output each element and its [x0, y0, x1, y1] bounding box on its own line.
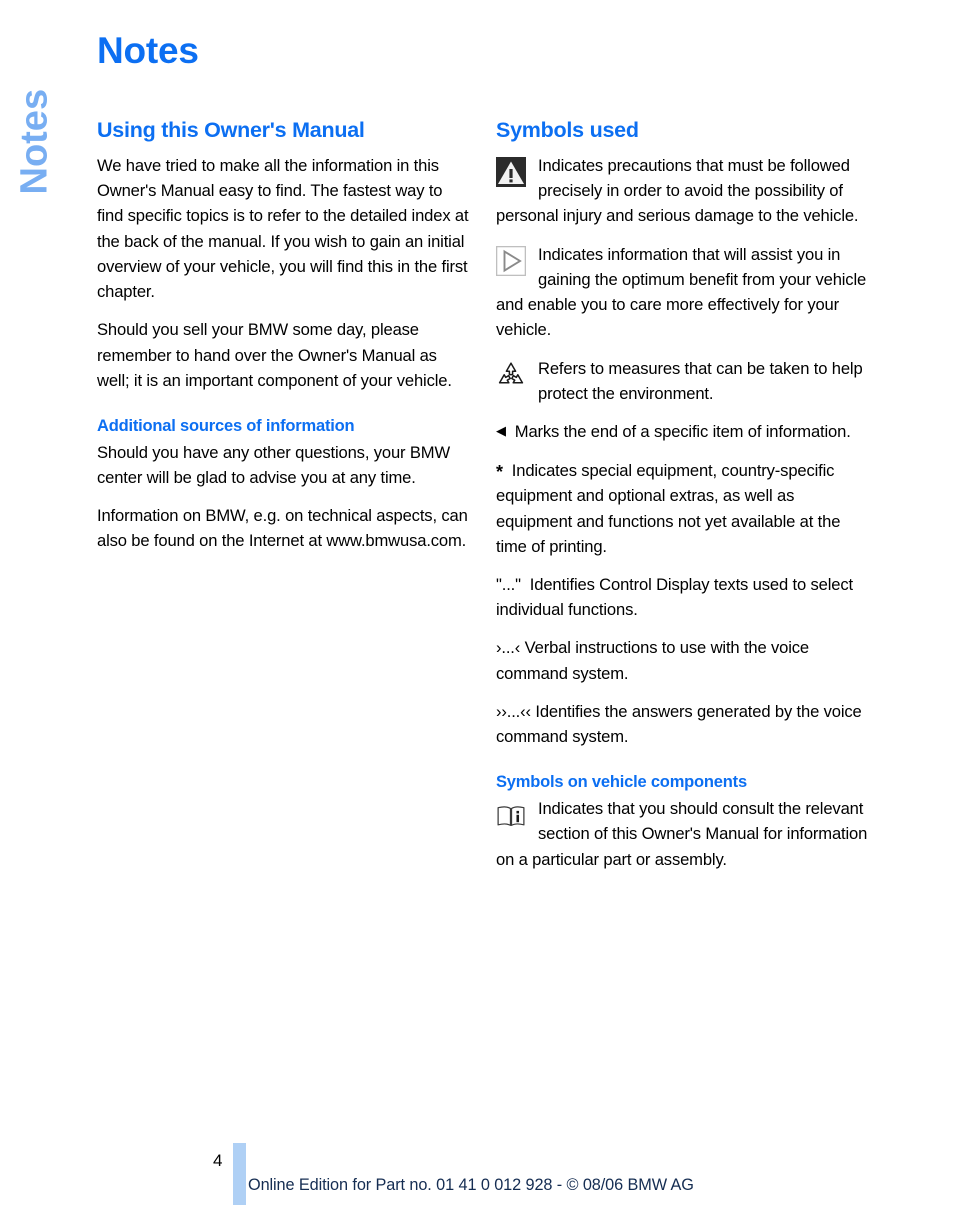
left-column-subheading: Additional sources of information — [97, 416, 355, 435]
left-column: Using this Owner's Manual We have tried … — [97, 118, 469, 554]
footer-edition-text: Online Edition for Part no. 01 41 0 012 … — [248, 1176, 694, 1194]
play-triangle-info-icon — [496, 245, 526, 276]
symbol-entry-warning: Indicates precautions that must be follo… — [496, 153, 868, 229]
right-column-subheading: Symbols on vehicle components — [496, 773, 747, 792]
left-triangle-marker-icon: ◀ — [496, 422, 506, 438]
left-column-paragraph-1: We have tried to make all the informatio… — [97, 156, 469, 302]
marker-entry-control-display-text: Identifies Control Display texts used to… — [496, 574, 853, 620]
marker-entry-voice-answers-text: Identifies the answers generated by the … — [496, 701, 862, 746]
symbol-entry-warning-text: Indicates precautions that must be follo… — [496, 156, 859, 226]
marker-entry-end-of-item: ◀ Marks the end of a specific item of in… — [496, 419, 868, 445]
right-column-heading: Symbols used — [496, 118, 639, 142]
marker-entry-control-display: "..." Identifies Control Display texts u… — [496, 572, 868, 622]
symbol-entry-recycling-text: Refers to measures that can be taken to … — [538, 358, 863, 403]
single-guillemet-marker-icon: ›...‹ — [496, 638, 521, 658]
page-title: Notes — [97, 30, 199, 71]
page-number: 4 — [213, 1151, 223, 1170]
left-column-paragraph-3: Should you have any other questions, you… — [97, 442, 450, 488]
symbol-entry-info: Indicates information that will assist y… — [496, 242, 868, 343]
left-column-heading: Using this Owner's Manual — [97, 118, 365, 142]
quotation-marker-icon: "..." — [496, 574, 521, 594]
footer-accent-bar — [233, 1143, 246, 1205]
chapter-side-tab: Notes — [0, 0, 96, 220]
page-footer: 4 Online Edition for Part no. 01 41 0 01… — [0, 1143, 954, 1213]
chapter-side-tab-label: Notes — [13, 88, 56, 195]
marker-entry-voice-answers: ››...‹‹ Identifies the answers generated… — [496, 699, 868, 749]
marker-entry-verbal-instructions: ›...‹ Verbal instructions to use with th… — [496, 635, 868, 685]
right-column: Symbols used Indicates precautions that … — [496, 118, 868, 885]
open-book-info-icon — [497, 806, 525, 827]
marker-entry-end-of-item-text: Marks the end of a specific item of info… — [514, 421, 851, 441]
marker-entry-special-equipment-text: Indicates special equipment, country-spe… — [496, 461, 841, 556]
marker-entry-verbal-instructions-text: Verbal instructions to use with the voic… — [496, 638, 810, 683]
recycling-icon — [498, 361, 524, 384]
symbol-entry-info-text: Indicates information that will assist y… — [496, 244, 867, 340]
marker-entry-special-equipment: * Indicates special equipment, country-s… — [496, 458, 868, 559]
symbol-entry-vehicle-component-text: Indicates that you should consult the re… — [496, 799, 868, 869]
left-column-paragraph-4: Information on BMW, e.g. on technical as… — [97, 506, 468, 551]
warning-triangle-icon — [496, 157, 526, 188]
symbol-entry-recycling: Refers to measures that can be taken to … — [496, 356, 868, 406]
symbol-entry-vehicle-component: Indicates that you should consult the re… — [496, 796, 868, 872]
asterisk-marker-icon: * — [496, 462, 503, 483]
left-column-paragraph-2: Should you sell your BMW some day, pleas… — [97, 320, 452, 390]
double-guillemet-marker-icon: ››...‹‹ — [496, 701, 531, 721]
